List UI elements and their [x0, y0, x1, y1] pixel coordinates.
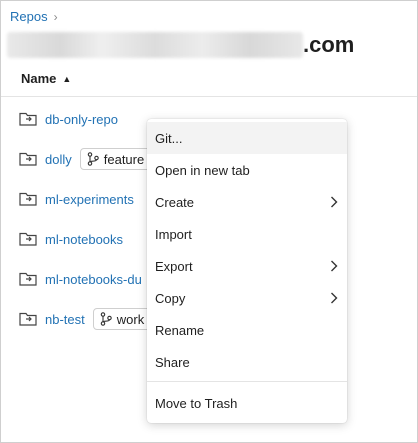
menu-item-create[interactable]: Create	[147, 186, 347, 218]
menu-item-label: Export	[155, 258, 193, 274]
menu-divider	[147, 381, 347, 382]
menu-item-export[interactable]: Export	[147, 250, 347, 282]
menu-item-label: Git...	[155, 130, 183, 146]
repo-folder-icon	[19, 312, 37, 326]
header-divider	[1, 96, 417, 97]
menu-item-open-in-new-tab[interactable]: Open in new tab	[147, 154, 347, 186]
branch-chip[interactable]: feature	[79, 148, 152, 170]
repo-name-link[interactable]: ml-notebooks-du	[45, 272, 142, 287]
repo-folder-icon	[19, 232, 37, 246]
menu-item-label: Share	[155, 354, 190, 370]
branch-name: feature	[103, 151, 145, 167]
branch-name: work	[116, 311, 145, 327]
table-row[interactable]: nb-test work	[19, 308, 152, 330]
redacted-title-text	[7, 32, 303, 58]
git-branch-icon	[100, 312, 112, 326]
repo-name-link[interactable]: ml-notebooks	[45, 232, 123, 247]
menu-item-label: Rename	[155, 322, 205, 338]
repo-folder-icon	[19, 272, 37, 286]
repo-name-link[interactable]: db-only-repo	[45, 112, 118, 127]
repo-name-link[interactable]: nb-test	[45, 312, 85, 327]
repo-name-link[interactable]: dolly	[45, 152, 72, 167]
repo-name-link[interactable]: ml-experiments	[45, 192, 134, 207]
git-branch-icon	[87, 152, 99, 166]
sort-ascending-icon: ▲	[62, 73, 72, 84]
name-column-header[interactable]: Name ▲	[21, 71, 71, 86]
chevron-right-icon	[331, 196, 338, 208]
menu-item-share[interactable]: Share	[147, 346, 347, 378]
chevron-right-icon	[331, 292, 338, 304]
menu-item-label: Move to Trash	[155, 395, 238, 411]
breadcrumb-repos-link[interactable]: Repos	[10, 9, 48, 24]
table-row[interactable]: ml-notebooks-du	[19, 268, 142, 290]
table-row[interactable]: ml-experiments	[19, 188, 134, 210]
table-row[interactable]: dolly feature	[19, 148, 152, 170]
table-row[interactable]: db-only-repo	[19, 108, 118, 130]
menu-item-label: Copy	[155, 290, 186, 306]
menu-item-label: Create	[155, 194, 195, 210]
repo-folder-icon	[19, 192, 37, 206]
menu-item-move-to-trash[interactable]: Move to Trash	[147, 387, 347, 419]
menu-item-copy[interactable]: Copy	[147, 282, 347, 314]
repo-folder-icon	[19, 112, 37, 126]
chevron-right-icon	[331, 260, 338, 272]
repo-folder-icon	[19, 152, 37, 166]
menu-item-rename[interactable]: Rename	[147, 314, 347, 346]
table-row[interactable]: ml-notebooks	[19, 228, 123, 250]
menu-item-label: Open in new tab	[155, 162, 250, 178]
context-menu: Git... Open in new tab Create Import Exp…	[147, 119, 347, 423]
menu-item-git[interactable]: Git...	[147, 122, 347, 154]
menu-item-label: Import	[155, 226, 192, 242]
page-title: .com	[7, 30, 354, 60]
breadcrumb-separator: ›	[53, 9, 58, 24]
page-title-suffix: .com	[303, 32, 355, 57]
breadcrumb: Repos ›	[10, 9, 58, 24]
branch-chip[interactable]: work	[92, 308, 152, 330]
name-column-label: Name	[21, 71, 57, 86]
menu-item-import[interactable]: Import	[147, 218, 347, 250]
